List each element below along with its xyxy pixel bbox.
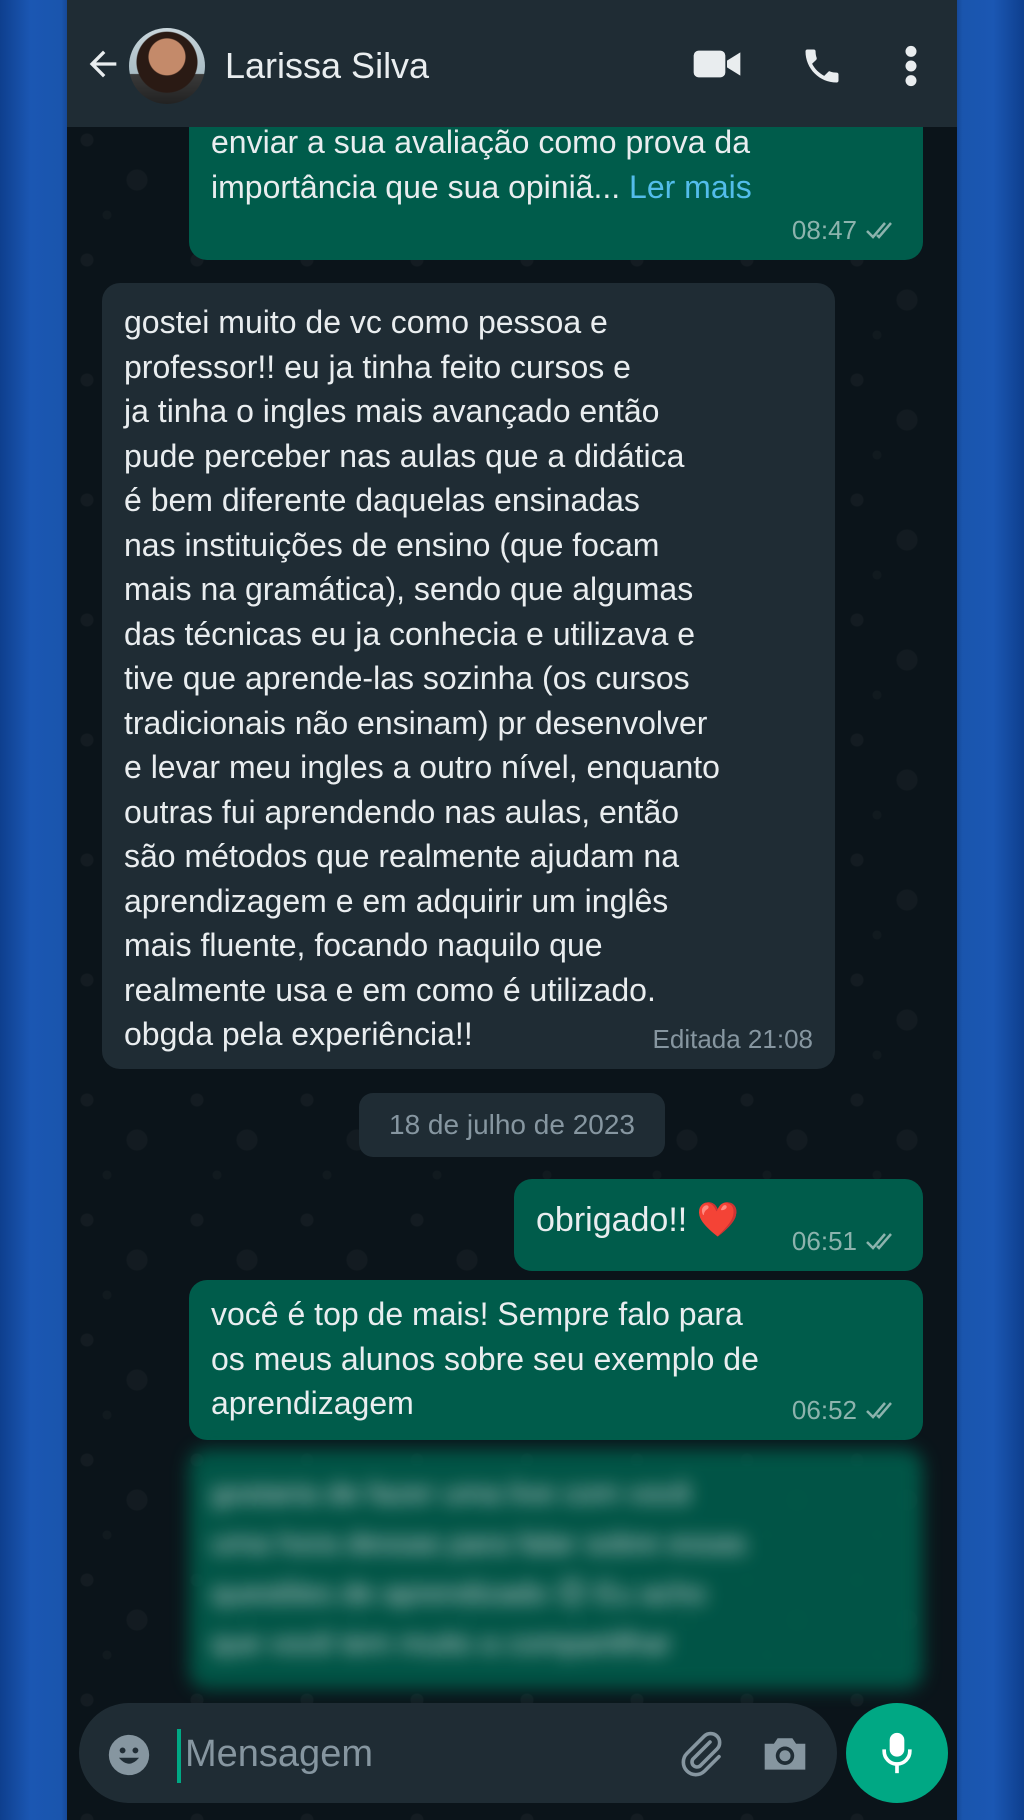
message-meta: 06:52	[792, 1388, 901, 1433]
avatar[interactable]	[129, 28, 205, 104]
video-call-icon[interactable]	[692, 44, 742, 84]
paperclip-icon[interactable]	[677, 1729, 725, 1777]
double-check-icon	[866, 1232, 892, 1250]
phone-icon[interactable]	[800, 44, 844, 88]
arrow-left-icon[interactable]	[83, 44, 123, 84]
double-check-icon	[866, 221, 892, 239]
message-time: Editada 21:08	[652, 1023, 813, 1054]
chat-screen: Larissa Silva enviar a sua avaliação com…	[67, 0, 957, 1820]
camera-icon[interactable]	[761, 1731, 809, 1775]
mic-button[interactable]	[846, 1703, 948, 1803]
message-text: gostei muito de vc como pessoa e profess…	[124, 304, 720, 1052]
message-bubble-outgoing[interactable]: você é top de mais! Sempre falo para os …	[189, 1280, 923, 1440]
microphone-icon	[882, 1732, 912, 1774]
text-caret	[177, 1729, 181, 1783]
message-bubble-incoming[interactable]: gostei muito de vc como pessoa e profess…	[102, 283, 835, 1069]
message-time: 08:47	[791, 214, 857, 245]
message-composer	[79, 1703, 837, 1803]
message-text: obrigado!! ❤️	[536, 1201, 740, 1239]
double-check-icon	[866, 1401, 892, 1419]
message-input[interactable]	[183, 1725, 587, 1783]
message-text: você é top de mais! Sempre falo para os …	[211, 1296, 759, 1421]
message-meta: Editada 21:08	[653, 1017, 813, 1062]
message-bubble-outgoing[interactable]: obrigado!! ❤️ 06:51	[514, 1179, 923, 1271]
contact-name[interactable]: Larissa Silva	[225, 44, 429, 88]
date-separator: 18 de julho de 2023	[359, 1093, 665, 1157]
message-meta: 06:51	[792, 1219, 901, 1264]
more-vertical-icon[interactable]	[903, 44, 919, 88]
emoji-icon[interactable]	[107, 1733, 151, 1777]
message-bubble-outgoing-blurred[interactable]: gostaria de fazer uma live com você uma …	[189, 1449, 923, 1689]
chat-header: Larissa Silva	[67, 0, 957, 127]
message-time: 06:51	[791, 1225, 857, 1256]
message-time: 06:52	[791, 1394, 857, 1425]
message-meta: 08:47	[792, 208, 901, 253]
message-text: gostaria de fazer uma live com você uma …	[211, 1477, 747, 1660]
read-more-link[interactable]: Ler mais	[620, 169, 752, 205]
